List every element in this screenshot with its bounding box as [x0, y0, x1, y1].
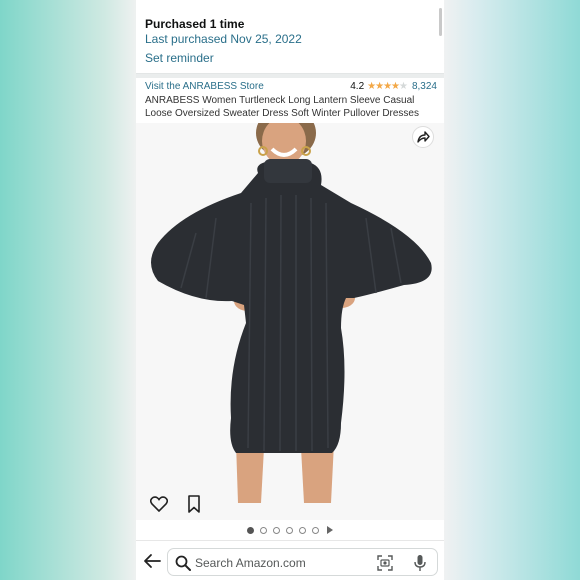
rating-value: 4.2 [350, 81, 365, 92]
save-button[interactable] [183, 493, 205, 515]
carousel-dot[interactable] [260, 526, 267, 534]
purchase-history-panel: Purchased 1 time Last purchased Nov 25, … [136, 0, 444, 74]
search-input[interactable]: Search Amazon.com [167, 548, 438, 576]
visit-store-link[interactable]: Visit the ANRABESS Store [145, 81, 264, 92]
scrollbar[interactable] [439, 8, 442, 36]
share-icon [417, 131, 430, 143]
carousel-dot[interactable] [273, 526, 280, 534]
share-button[interactable] [412, 126, 434, 148]
microphone-icon[interactable] [413, 554, 427, 572]
camera-scan-icon[interactable] [377, 555, 393, 571]
amazon-app-screen: Purchased 1 time Last purchased Nov 25, … [136, 0, 444, 580]
carousel-dot[interactable] [286, 526, 293, 534]
product-title: ANRABESS Women Turtleneck Long Lantern S… [145, 95, 419, 119]
product-image-carousel[interactable] [136, 123, 444, 520]
search-bar-container: Search Amazon.com [136, 540, 444, 580]
video-play-icon[interactable] [327, 526, 333, 534]
rating-summary[interactable]: 4.2 ★★★★★ 8,324 [350, 81, 437, 92]
carousel-dot[interactable] [299, 526, 306, 534]
carousel-indicator[interactable] [136, 523, 444, 537]
heart-icon [150, 496, 168, 512]
favorite-button[interactable] [148, 493, 170, 515]
purchase-count: Purchased 1 time [145, 17, 245, 31]
last-purchased-link[interactable]: Last purchased Nov 25, 2022 [145, 32, 302, 46]
bookmark-icon [188, 495, 200, 513]
star-rating-icon: ★★★★★ [367, 81, 408, 92]
store-rating-row: Visit the ANRABESS Store 4.2 ★★★★★ 8,324 [145, 81, 437, 95]
section-divider [136, 74, 444, 78]
back-arrow-icon[interactable] [143, 553, 161, 569]
product-photo [136, 123, 444, 520]
carousel-dot[interactable] [312, 526, 319, 534]
search-icon [175, 555, 191, 571]
review-count-link[interactable]: 8,324 [412, 81, 437, 92]
search-placeholder: Search Amazon.com [195, 556, 306, 570]
set-reminder-link[interactable]: Set reminder [145, 51, 214, 65]
carousel-dot[interactable] [247, 526, 254, 534]
